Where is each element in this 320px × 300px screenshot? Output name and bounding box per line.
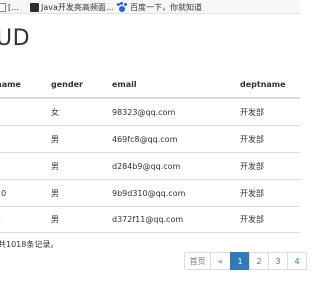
- bookmark-label: Java开发亮高频面...: [41, 2, 114, 12]
- page-icon: [0, 2, 6, 12]
- page-button-4[interactable]: 4: [287, 252, 307, 270]
- cell-deptname: 开发部: [240, 215, 264, 224]
- cell-email: 469fc8@qq.com: [112, 134, 178, 144]
- table-row: 男 d284b9@qq.com 开发部: [0, 152, 300, 179]
- bookmark-label: [...: [8, 2, 19, 12]
- cell-email: 98323@qq.com: [112, 107, 176, 117]
- dark-square-icon: [30, 2, 39, 12]
- page-button-3[interactable]: 3: [268, 252, 288, 270]
- column-header-gender: gender: [51, 80, 83, 89]
- first-page-button[interactable]: 首页: [184, 252, 211, 270]
- cell-email: d284b9@qq.com: [112, 161, 181, 171]
- previous-page-button[interactable]: «: [210, 252, 231, 270]
- pagination: 首页 « 1 2 3 4: [184, 252, 307, 270]
- cell-gender: 男: [51, 215, 59, 224]
- cell-email: 9b9d310@qq.com: [112, 188, 186, 198]
- page-title: UD: [0, 26, 31, 51]
- bookmark-item[interactable]: 百度一下，你就知道: [117, 1, 202, 13]
- cell-deptname: 开发部: [240, 134, 264, 144]
- page-button-2[interactable]: 2: [249, 252, 269, 270]
- cell-gender: 男: [51, 188, 59, 198]
- bookmarks-bar: [... Java开发亮高频面... 百度一下，你就知道: [0, 0, 300, 14]
- cell-gender: 男: [51, 134, 59, 144]
- bookmark-label: 百度一下，你就知道: [130, 2, 202, 12]
- table-row: 男 469fc8@qq.com 开发部: [0, 125, 300, 152]
- table-header: name gender email deptname: [0, 72, 300, 98]
- column-header-email: email: [112, 80, 137, 89]
- cell-gender: 女: [51, 107, 59, 117]
- page-button-1[interactable]: 1: [230, 252, 250, 270]
- column-header-name: name: [0, 80, 21, 89]
- cell-gender: 男: [51, 161, 59, 171]
- table-row: 1 男 d372f11@qq.com 开发部: [0, 206, 300, 233]
- cell-name: 1: [0, 207, 1, 232]
- cell-deptname: 开发部: [240, 107, 264, 117]
- column-header-deptname: deptname: [240, 80, 286, 89]
- employee-table: name gender email deptname 女 98323@qq.co…: [0, 72, 300, 233]
- bookmark-item[interactable]: Java开发亮高频面...: [30, 1, 114, 13]
- cell-deptname: 开发部: [240, 161, 264, 171]
- cell-email: d372f11@qq.com: [112, 215, 184, 224]
- baidu-paw-icon: [117, 2, 127, 12]
- records-summary: 共1018条记录。: [0, 240, 59, 249]
- cell-name: 10: [0, 188, 7, 198]
- table-row: 女 98323@qq.com 开发部: [0, 98, 300, 125]
- cell-deptname: 开发部: [240, 188, 264, 198]
- bookmark-item[interactable]: [...: [0, 1, 19, 13]
- table-row: 10 男 9b9d310@qq.com 开发部: [0, 179, 300, 206]
